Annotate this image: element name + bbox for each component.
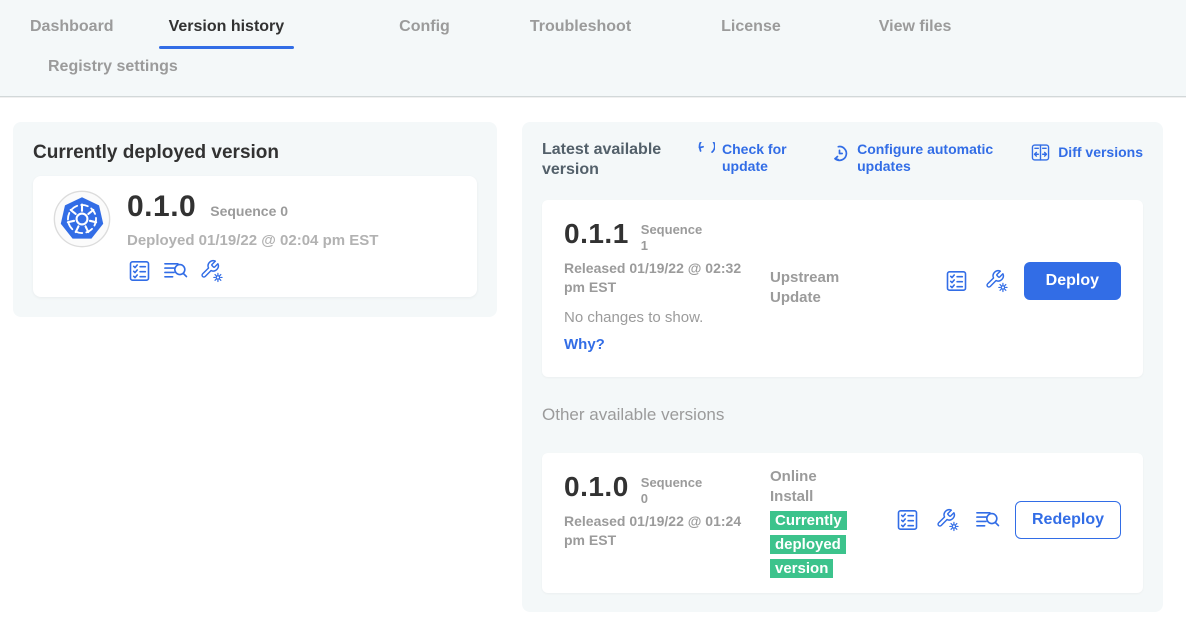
refresh-icon [694, 142, 715, 163]
tab-version-history[interactable]: Version history [159, 18, 295, 49]
latest-source-label: Upstream Update [770, 268, 880, 307]
tab-license[interactable]: License [711, 18, 791, 49]
redeploy-button[interactable]: Redeploy [1015, 501, 1121, 539]
currently-deployed-panel: Currently deployed version 0.1.0 Sequenc… [13, 122, 497, 317]
configure-automatic-updates-label: Configure automatic updates [857, 141, 997, 175]
other-version-card: 0.1.0 Sequence 0 Released 01/19/22 @ 01:… [542, 453, 1143, 593]
preflight-checks-icon[interactable] [944, 269, 969, 293]
deploy-logs-icon[interactable] [975, 508, 1000, 532]
tab-registry-settings[interactable]: Registry settings [38, 58, 188, 89]
tab-view-files[interactable]: View files [869, 18, 962, 49]
preflight-checks-icon[interactable] [127, 259, 152, 283]
tab-troubleshoot[interactable]: Troubleshoot [520, 18, 641, 49]
edit-config-icon[interactable] [199, 259, 224, 283]
check-for-update-link[interactable]: Check for update [694, 141, 796, 175]
kubernetes-app-icon [53, 190, 111, 248]
deploy-logs-icon[interactable] [163, 259, 188, 283]
configure-automatic-updates-link[interactable]: Configure automatic updates [829, 141, 997, 175]
latest-version-card: 0.1.1 Sequence 1 Released 01/19/22 @ 02:… [542, 200, 1143, 377]
deployed-version-number: 0.1.0 [127, 190, 196, 224]
no-changes-text: No changes to show. [564, 309, 1121, 326]
currently-deployed-badge: Currently deployed version [770, 511, 847, 578]
edit-config-icon[interactable] [984, 269, 1009, 293]
deploy-button[interactable]: Deploy [1024, 262, 1121, 300]
diff-versions-label: Diff versions [1058, 141, 1143, 161]
other-source-label: Online Install [770, 467, 840, 506]
top-navigation: Dashboard Version history Config Trouble… [0, 0, 1186, 97]
latest-released-timestamp: Released 01/19/22 @ 02:32 pm EST [564, 259, 749, 297]
other-version-number: 0.1.0 [564, 471, 629, 503]
check-for-update-label: Check for update [722, 141, 796, 175]
preflight-checks-icon[interactable] [895, 508, 920, 532]
latest-sequence-label: Sequence 1 [641, 218, 711, 253]
edit-config-icon[interactable] [935, 508, 960, 532]
tab-config[interactable]: Config [389, 18, 460, 49]
why-link[interactable]: Why? [564, 336, 606, 353]
tab-dashboard[interactable]: Dashboard [20, 18, 124, 49]
diff-icon [1030, 142, 1051, 163]
other-released-timestamp: Released 01/19/22 @ 01:24 pm EST [564, 512, 749, 550]
diff-versions-link[interactable]: Diff versions [1030, 141, 1143, 175]
deployed-sequence-label: Sequence 0 [210, 203, 288, 219]
schedule-refresh-icon [829, 142, 850, 163]
currently-deployed-title: Currently deployed version [33, 142, 477, 164]
deployed-timestamp: Deployed 01/19/22 @ 02:04 pm EST [127, 232, 378, 249]
latest-version-number: 0.1.1 [564, 218, 629, 250]
latest-available-title: Latest available version [542, 140, 680, 180]
other-sequence-label: Sequence 0 [641, 471, 711, 506]
nav-tabs-row: Dashboard Version history Config Trouble… [0, 0, 1186, 49]
other-available-versions-title: Other available versions [542, 405, 1143, 425]
nav-tabs-row-2: Registry settings [0, 49, 1186, 89]
available-versions-panel: Latest available version Check for updat… [522, 122, 1163, 612]
deployed-version-card: 0.1.0 Sequence 0 Deployed 01/19/22 @ 02:… [33, 176, 477, 297]
